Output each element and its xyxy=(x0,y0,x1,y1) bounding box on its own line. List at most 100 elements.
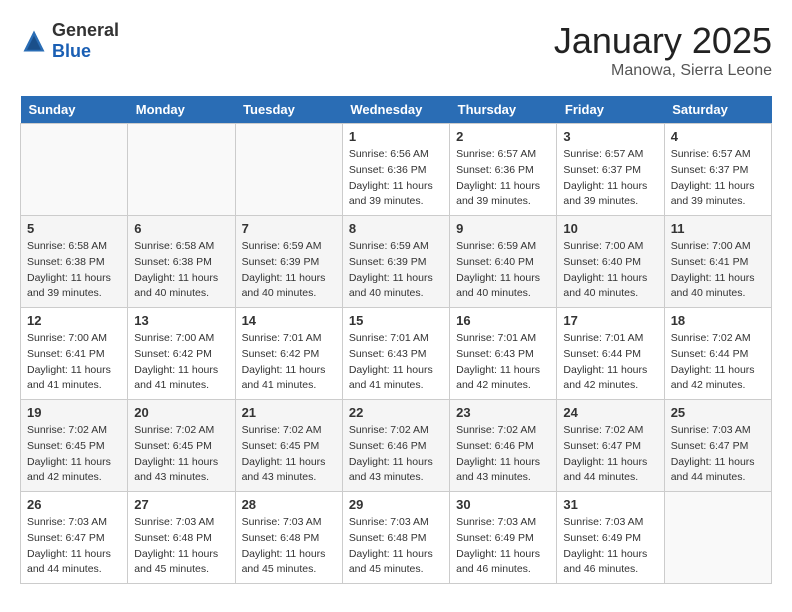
day-number: 12 xyxy=(27,313,121,328)
week-row-3: 12 Sunrise: 7:00 AM Sunset: 6:41 PM Dayli… xyxy=(21,308,772,400)
day-number: 28 xyxy=(242,497,336,512)
day-info: Sunrise: 6:58 AM Sunset: 6:38 PM Dayligh… xyxy=(134,239,228,302)
day-number: 29 xyxy=(349,497,443,512)
day-info: Sunrise: 7:02 AM Sunset: 6:45 PM Dayligh… xyxy=(134,423,228,486)
week-row-5: 26 Sunrise: 7:03 AM Sunset: 6:47 PM Dayli… xyxy=(21,492,772,584)
calendar-cell: 2Sunrise: 6:57 AM Sunset: 6:36 PM Daylig… xyxy=(450,124,557,216)
day-number: 27 xyxy=(134,497,228,512)
day-header-friday: Friday xyxy=(557,96,664,124)
calendar-cell xyxy=(664,492,771,584)
calendar-cell: 16 Sunrise: 7:01 AM Sunset: 6:43 PM Dayli… xyxy=(450,308,557,400)
day-info: Sunrise: 6:56 AM Sunset: 6:36 PM Dayligh… xyxy=(349,147,443,210)
day-header-saturday: Saturday xyxy=(664,96,771,124)
day-info: Sunrise: 7:02 AM Sunset: 6:47 PM Dayligh… xyxy=(563,423,657,486)
day-info: Sunrise: 7:00 AM Sunset: 6:41 PM Dayligh… xyxy=(27,331,121,394)
day-info: Sunrise: 7:03 AM Sunset: 6:48 PM Dayligh… xyxy=(242,515,336,578)
day-info: Sunrise: 7:01 AM Sunset: 6:42 PM Dayligh… xyxy=(242,331,336,394)
day-info: Sunrise: 6:59 AM Sunset: 6:39 PM Dayligh… xyxy=(242,239,336,302)
calendar-cell: 5Sunrise: 6:58 AM Sunset: 6:38 PM Daylig… xyxy=(21,216,128,308)
week-row-2: 5Sunrise: 6:58 AM Sunset: 6:38 PM Daylig… xyxy=(21,216,772,308)
calendar-cell: 22 Sunrise: 7:02 AM Sunset: 6:46 PM Dayli… xyxy=(342,400,449,492)
day-info: Sunrise: 7:03 AM Sunset: 6:49 PM Dayligh… xyxy=(563,515,657,578)
calendar-header-row: SundayMondayTuesdayWednesdayThursdayFrid… xyxy=(21,96,772,124)
day-number: 6 xyxy=(134,221,228,236)
calendar-cell: 14 Sunrise: 7:01 AM Sunset: 6:42 PM Dayli… xyxy=(235,308,342,400)
calendar-cell: 6 Sunrise: 6:58 AM Sunset: 6:38 PM Daylig… xyxy=(128,216,235,308)
calendar-cell: 4 Sunrise: 6:57 AM Sunset: 6:37 PM Daylig… xyxy=(664,124,771,216)
day-number: 15 xyxy=(349,313,443,328)
day-info: Sunrise: 6:59 AM Sunset: 6:39 PM Dayligh… xyxy=(349,239,443,302)
day-info: Sunrise: 7:03 AM Sunset: 6:47 PM Dayligh… xyxy=(671,423,765,486)
calendar-cell: 11 Sunrise: 7:00 AM Sunset: 6:41 PM Dayli… xyxy=(664,216,771,308)
day-number: 22 xyxy=(349,405,443,420)
day-number: 26 xyxy=(27,497,121,512)
day-number: 7 xyxy=(242,221,336,236)
calendar-cell: 18 Sunrise: 7:02 AM Sunset: 6:44 PM Dayli… xyxy=(664,308,771,400)
day-info: Sunrise: 6:57 AM Sunset: 6:36 PM Dayligh… xyxy=(456,147,550,210)
week-row-1: 1 Sunrise: 6:56 AM Sunset: 6:36 PM Daylig… xyxy=(21,124,772,216)
calendar-cell: 19Sunrise: 7:02 AM Sunset: 6:45 PM Dayli… xyxy=(21,400,128,492)
day-number: 14 xyxy=(242,313,336,328)
calendar-cell: 23Sunrise: 7:02 AM Sunset: 6:46 PM Dayli… xyxy=(450,400,557,492)
day-header-sunday: Sunday xyxy=(21,96,128,124)
day-info: Sunrise: 7:01 AM Sunset: 6:43 PM Dayligh… xyxy=(456,331,550,394)
calendar-cell: 10 Sunrise: 7:00 AM Sunset: 6:40 PM Dayli… xyxy=(557,216,664,308)
day-info: Sunrise: 7:03 AM Sunset: 6:49 PM Dayligh… xyxy=(456,515,550,578)
day-number: 8 xyxy=(349,221,443,236)
day-number: 30 xyxy=(456,497,550,512)
title-block: January 2025 Manowa, Sierra Leone xyxy=(554,20,772,80)
day-number: 24 xyxy=(563,405,657,420)
calendar-cell: 20 Sunrise: 7:02 AM Sunset: 6:45 PM Dayli… xyxy=(128,400,235,492)
logo: General Blue xyxy=(20,20,119,62)
day-info: Sunrise: 7:02 AM Sunset: 6:45 PM Dayligh… xyxy=(242,423,336,486)
day-number: 19 xyxy=(27,405,121,420)
month-title: January 2025 xyxy=(554,20,772,62)
calendar-cell: 25 Sunrise: 7:03 AM Sunset: 6:47 PM Dayli… xyxy=(664,400,771,492)
day-header-monday: Monday xyxy=(128,96,235,124)
day-info: Sunrise: 7:00 AM Sunset: 6:41 PM Dayligh… xyxy=(671,239,765,302)
calendar-cell: 31Sunrise: 7:03 AM Sunset: 6:49 PM Dayli… xyxy=(557,492,664,584)
calendar-cell: 21 Sunrise: 7:02 AM Sunset: 6:45 PM Dayli… xyxy=(235,400,342,492)
calendar-cell: 9Sunrise: 6:59 AM Sunset: 6:40 PM Daylig… xyxy=(450,216,557,308)
day-info: Sunrise: 7:02 AM Sunset: 6:46 PM Dayligh… xyxy=(456,423,550,486)
day-number: 21 xyxy=(242,405,336,420)
day-number: 10 xyxy=(563,221,657,236)
calendar-cell: 26 Sunrise: 7:03 AM Sunset: 6:47 PM Dayli… xyxy=(21,492,128,584)
week-row-4: 19 Sunrise: 7:02 AM Sunset: 6:45 PM Dayli… xyxy=(21,400,772,492)
day-number: 4 xyxy=(671,129,765,144)
page-header: General Blue January 2025 Manowa, Sierra… xyxy=(20,20,772,80)
day-number: 1 xyxy=(349,129,443,144)
day-info: Sunrise: 6:57 AM Sunset: 6:37 PM Dayligh… xyxy=(671,147,765,210)
calendar-cell: 30 Sunrise: 7:03 AM Sunset: 6:49 PM Dayli… xyxy=(450,492,557,584)
day-info: Sunrise: 6:57 AM Sunset: 6:37 PM Dayligh… xyxy=(563,147,657,210)
day-header-tuesday: Tuesday xyxy=(235,96,342,124)
logo-blue-text: Blue xyxy=(52,41,91,61)
day-info: Sunrise: 7:01 AM Sunset: 6:44 PM Dayligh… xyxy=(563,331,657,394)
day-info: Sunrise: 7:03 AM Sunset: 6:48 PM Dayligh… xyxy=(134,515,228,578)
calendar-cell: 29Sunrise: 7:03 AM Sunset: 6:48 PM Dayli… xyxy=(342,492,449,584)
day-number: 13 xyxy=(134,313,228,328)
calendar-cell xyxy=(21,124,128,216)
day-number: 16 xyxy=(456,313,550,328)
day-number: 20 xyxy=(134,405,228,420)
calendar-cell xyxy=(128,124,235,216)
calendar-cell: 13Sunrise: 7:00 AM Sunset: 6:42 PM Dayli… xyxy=(128,308,235,400)
day-info: Sunrise: 7:02 AM Sunset: 6:44 PM Dayligh… xyxy=(671,331,765,394)
day-number: 3 xyxy=(563,129,657,144)
day-info: Sunrise: 7:03 AM Sunset: 6:47 PM Dayligh… xyxy=(27,515,121,578)
calendar-cell: 8 Sunrise: 6:59 AM Sunset: 6:39 PM Daylig… xyxy=(342,216,449,308)
day-number: 11 xyxy=(671,221,765,236)
calendar-cell xyxy=(235,124,342,216)
calendar-cell: 3 Sunrise: 6:57 AM Sunset: 6:37 PM Daylig… xyxy=(557,124,664,216)
calendar-cell: 1 Sunrise: 6:56 AM Sunset: 6:36 PM Daylig… xyxy=(342,124,449,216)
calendar-cell: 27 Sunrise: 7:03 AM Sunset: 6:48 PM Dayli… xyxy=(128,492,235,584)
day-header-wednesday: Wednesday xyxy=(342,96,449,124)
day-info: Sunrise: 7:02 AM Sunset: 6:46 PM Dayligh… xyxy=(349,423,443,486)
day-number: 18 xyxy=(671,313,765,328)
calendar-cell: 15Sunrise: 7:01 AM Sunset: 6:43 PM Dayli… xyxy=(342,308,449,400)
day-info: Sunrise: 6:59 AM Sunset: 6:40 PM Dayligh… xyxy=(456,239,550,302)
calendar-cell: 12 Sunrise: 7:00 AM Sunset: 6:41 PM Dayli… xyxy=(21,308,128,400)
day-number: 25 xyxy=(671,405,765,420)
location-title: Manowa, Sierra Leone xyxy=(554,62,772,80)
day-info: Sunrise: 7:00 AM Sunset: 6:40 PM Dayligh… xyxy=(563,239,657,302)
